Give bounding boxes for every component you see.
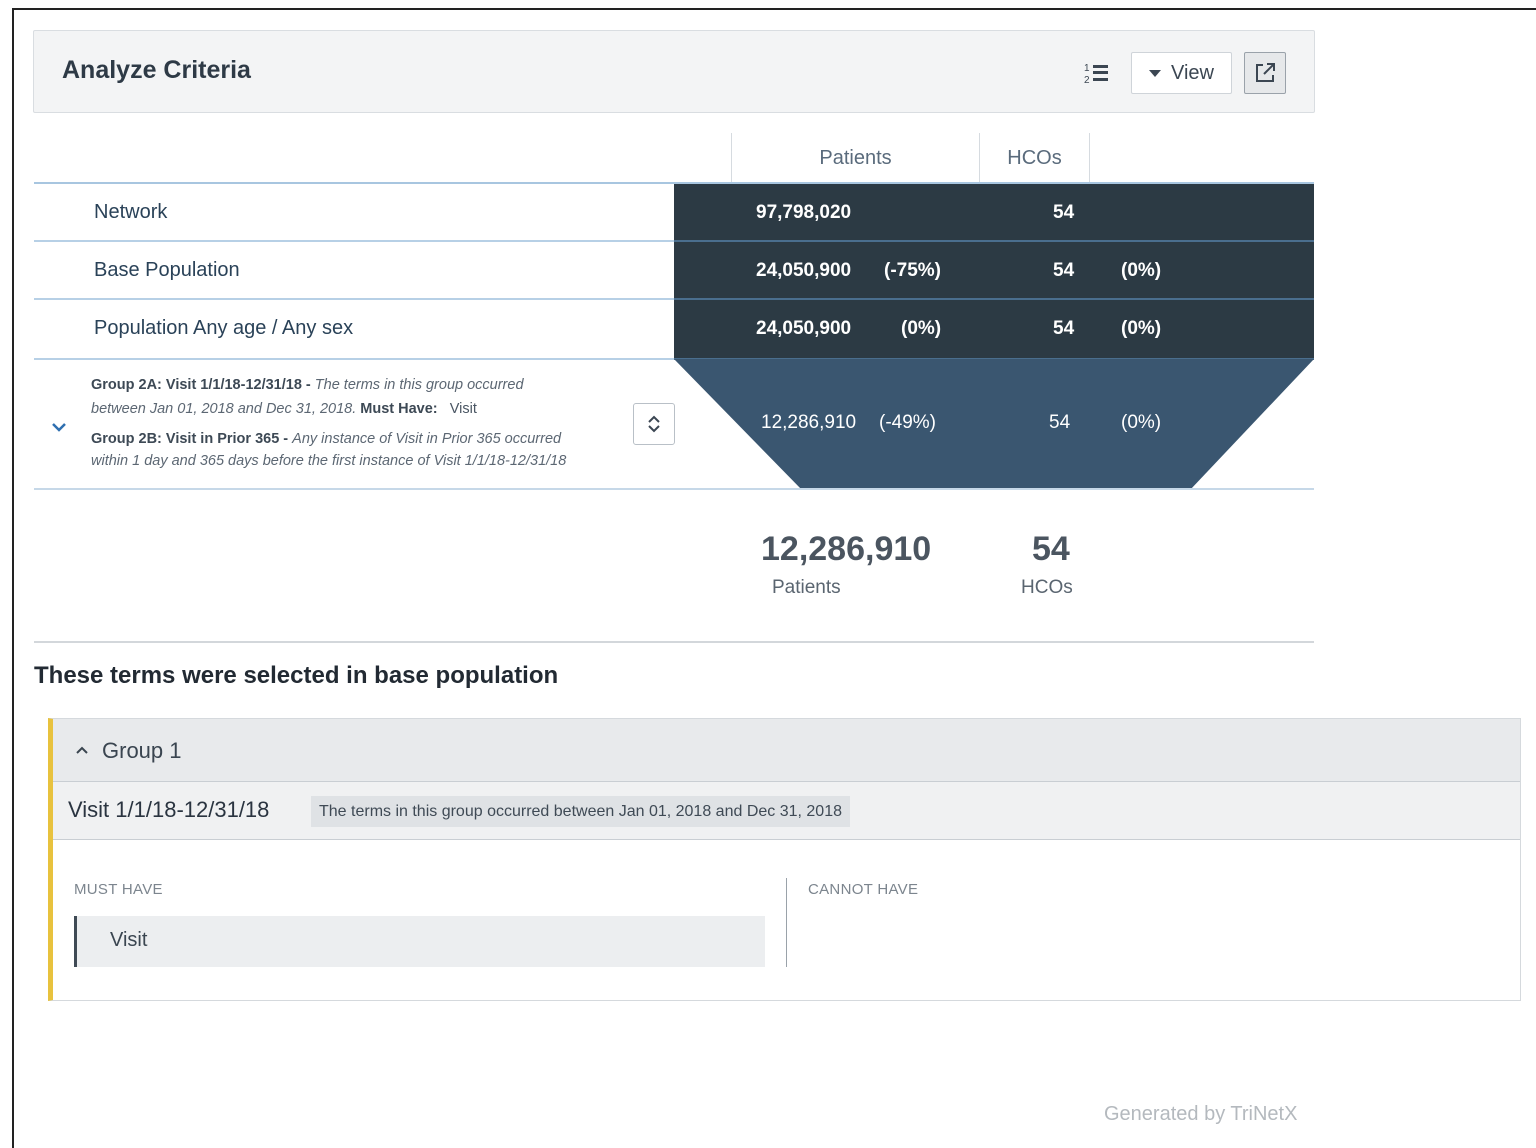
analyze-criteria-header: Analyze Criteria 1 2 View — [33, 30, 1315, 113]
group-2b-description-cont: within 1 day and 365 days before the fir… — [91, 453, 567, 469]
base-population-patients: 24,050,900 — [756, 260, 852, 281]
column-header-patients: Patients — [731, 133, 979, 183]
visit-term-description: The terms in this group occurred between… — [311, 796, 850, 827]
base-population-patients-pct: (-75%) — [884, 260, 942, 281]
group-2b-description: Group 2B: Visit in Prior 365 - Any insta… — [91, 431, 562, 447]
row-label-population-any-age: Population Any age / Any sex — [94, 317, 354, 339]
reorder-stepper-button[interactable] — [633, 403, 675, 445]
total-hcos-label: HCOs — [1021, 577, 1073, 598]
view-dropdown-button[interactable]: View — [1131, 52, 1232, 94]
svg-text:1: 1 — [1084, 63, 1090, 74]
population-any-age-patients-pct: (0%) — [901, 318, 942, 339]
must-have-label: MUST HAVE — [74, 881, 163, 898]
visit-term-bar: Visit 1/1/18-12/31/18 The terms in this … — [53, 782, 1520, 840]
network-hcos: 54 — [1053, 202, 1075, 223]
row-divider — [674, 240, 1314, 242]
svg-text:2: 2 — [1084, 75, 1090, 85]
group-hcos: 54 — [1049, 412, 1071, 433]
export-button[interactable] — [1244, 52, 1286, 94]
section-divider — [34, 641, 1314, 643]
chevron-up-icon[interactable] — [75, 745, 89, 755]
numbered-list-icon[interactable]: 1 2 — [1083, 61, 1109, 85]
group-title: Group 1 — [102, 738, 182, 763]
caret-down-icon — [1149, 69, 1161, 77]
column-divider — [786, 878, 787, 967]
total-hcos: 54 — [1032, 530, 1070, 568]
population-any-age-hcos-pct: (0%) — [1121, 318, 1162, 339]
total-patients: 12,286,910 — [761, 530, 932, 568]
group-patients: 12,286,910 — [761, 412, 857, 433]
row-label-base-population: Base Population — [94, 259, 240, 281]
population-any-age-hcos: 54 — [1053, 318, 1075, 339]
group-2a-description-cont: between Jan 01, 2018 and Dec 31, 2018. M… — [91, 401, 477, 417]
row-divider — [34, 358, 674, 360]
group-hcos-pct: (0%) — [1121, 412, 1162, 433]
section-title: These terms were selected in base popula… — [34, 662, 559, 689]
group-2a-description: Group 2A: Visit 1/1/18-12/31/18 - The te… — [91, 377, 524, 393]
row-divider — [34, 240, 674, 242]
must-have-item-label: Visit — [110, 929, 148, 951]
population-any-age-patients: 24,050,900 — [756, 318, 852, 339]
row-divider — [674, 298, 1314, 300]
view-button-label: View — [1171, 61, 1214, 84]
up-down-chevron-icon — [648, 415, 660, 433]
network-patients: 97,798,020 — [756, 202, 852, 223]
base-population-hcos: 54 — [1053, 260, 1075, 281]
base-population-hcos-pct: (0%) — [1121, 260, 1162, 281]
group-header[interactable]: Group 1 — [53, 719, 1520, 782]
row-divider — [34, 298, 674, 300]
external-link-icon — [1256, 63, 1275, 82]
chevron-down-icon[interactable] — [50, 420, 68, 434]
row-label-network: Network — [94, 201, 168, 223]
visit-term-name: Visit 1/1/18-12/31/18 — [68, 797, 270, 822]
page-title: Analyze Criteria — [62, 56, 251, 84]
column-header-hcos: HCOs — [979, 133, 1090, 183]
must-have-item[interactable]: Visit — [74, 916, 765, 967]
table-bottom-divider — [34, 488, 1314, 490]
group-patients-pct: (-49%) — [879, 412, 937, 433]
cannot-have-label: CANNOT HAVE — [808, 881, 919, 898]
group-card: Group 1 Visit 1/1/18-12/31/18 The terms … — [48, 718, 1521, 1001]
total-patients-label: Patients — [772, 577, 841, 598]
footer-credit: Generated by TriNetX — [1104, 1103, 1298, 1125]
